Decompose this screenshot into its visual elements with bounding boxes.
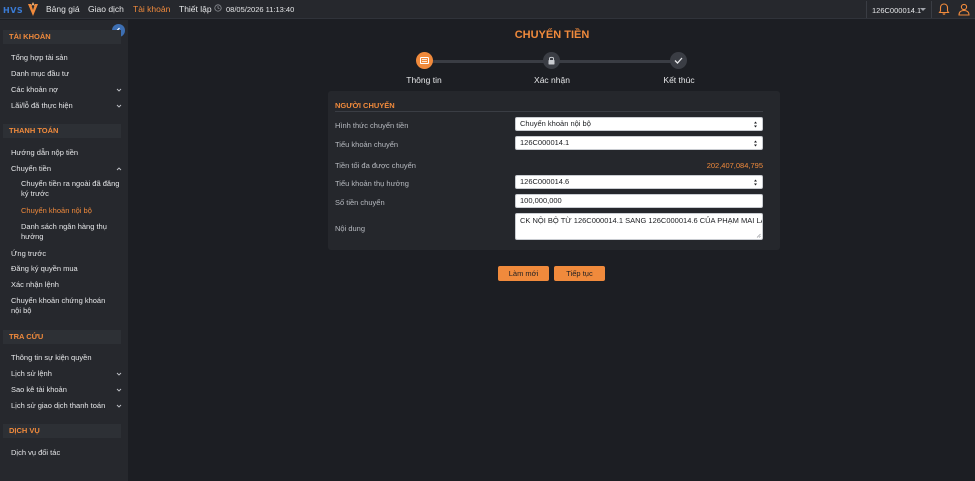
continue-button[interactable]: Tiếp tục [554,266,605,281]
select-arrows-icon [754,121,757,128]
step-thong-tin [416,52,433,69]
label-tieu-khoan-chuyen: Tiểu khoản chuyển [335,140,399,149]
content-value: CK NỘI BỘ TỪ 126C000014.1 SANG 126C00001… [520,216,763,225]
step-label-ket-thuc: Kết thúc [663,75,695,85]
section-divider [335,111,763,112]
sidebar-item-danh-muc-dau-tu[interactable]: Danh mục đầu tư [11,69,125,79]
sidebar-subitem-chuyen-khoan-noi-bo[interactable]: Chuyển khoản nội bộ [21,206,121,216]
label-hinh-thuc: Hình thức chuyển tiền [335,121,409,130]
label-tieu-khoan-thu-huong: Tiểu khoản thụ hưởng [335,179,409,188]
account-selector-value: 126C000014.1 [872,6,922,15]
sidebar-item-chuyen-tien[interactable]: Chuyển tiền [11,164,125,174]
sidebar-item-xac-nhan-lenh[interactable]: Xác nhận lệnh [11,280,125,290]
sidebar-section-tai-khoan: TÀI KHOẢN [3,30,121,44]
sidebar-item-dang-ky-quyen-mua[interactable]: Đăng ký quyền mua [11,264,125,274]
sidebar-section-dich-vu: DỊCH VỤ [3,424,121,438]
transfer-form-panel: NGƯỜI CHUYỂN Hình thức chuyển tiền Chuyể… [328,91,780,250]
sidebar-item-lich-su-lenh[interactable]: Lịch sử lệnh [11,369,125,379]
sidebar-item-label: Các khoản nợ [11,85,59,94]
user-icon[interactable] [957,2,971,16]
content-textarea[interactable]: CK NỘI BỘ TỪ 126C000014.1 SANG 126C00001… [515,213,763,240]
sidebar-item-lai-lo[interactable]: Lãi/lỗ đã thực hiện [11,101,125,111]
resize-handle-icon[interactable] [756,233,761,238]
sidebar-item-huong-dan-nop-tien[interactable]: Hướng dẫn nộp tiền [11,148,125,158]
select-arrows-icon [754,179,757,186]
sidebar-item-sao-ke-tai-khoan[interactable]: Sao kê tài khoản [11,385,125,395]
sidebar-item-thong-tin-su-kien-quyen[interactable]: Thông tin sự kiện quyền [11,353,125,363]
sidebar-section-thanh-toan: THANH TOÁN [3,124,121,138]
transfer-method-select[interactable]: Chuyển khoản nội bộ [515,117,763,131]
sidebar-item-tong-hop-tai-san[interactable]: Tổng hợp tài sản [11,53,125,63]
page-title: CHUYỂN TIỀN [514,29,590,41]
max-transfer-amount: 202,407,084,795 [706,161,763,170]
sidebar-item-cac-khoan-no[interactable]: Các khoản nợ [11,85,125,95]
amount-value: 100,000,000 [520,196,562,205]
chevron-down-icon [116,104,122,108]
sidebar-item-chuyen-khoan-chung-khoan[interactable]: Chuyển khoản chứng khoán nội bộ [11,296,115,316]
step-xac-nhan [543,52,560,69]
chevron-down-icon [116,404,122,408]
chevron-down-icon [116,88,122,92]
sidebar-item-label: Lịch sử giao dịch thanh toán [11,401,106,410]
chevron-down-icon [116,372,122,376]
datetime: 08/05/2026 11:13:40 [226,5,295,14]
sidebar-section-tra-cuu: TRA CỨU [3,330,121,344]
to-account-select[interactable]: 126C000014.6 [515,175,763,189]
sidebar-item-lich-su-giao-dich-thanh-toan[interactable]: Lịch sử giao dịch thanh toán [11,401,125,411]
logo-text: HVS [3,6,24,15]
nav-bang-gia[interactable]: Bảng giá [46,4,80,14]
logo[interactable]: HVS [3,2,39,17]
sidebar-item-label: Lịch sử lệnh [11,369,52,378]
nav-thiet-lap[interactable]: Thiết lập [179,4,212,14]
bell-icon[interactable] [937,2,951,16]
label-so-tien: Số tiền chuyển [335,198,385,207]
sidebar-item-ung-truoc[interactable]: Ứng trước [11,249,125,259]
logo-mark-icon [28,2,38,16]
reset-button[interactable]: Làm mới [498,266,549,281]
section-title-nguoi-chuyen: NGƯỜI CHUYỂN [335,101,395,110]
sidebar-item-label: Lãi/lỗ đã thực hiện [11,101,73,110]
sidebar-subitem-danh-sach-ngan-hang[interactable]: Danh sách ngân hàng thụ hưởng [21,222,121,242]
sidebar-item-label: Sao kê tài khoản [11,385,67,394]
step-ket-thuc [670,52,687,69]
top-bar: HVS Bảng giá Giao dịch Tài khoản Thiết l… [0,0,975,19]
sidebar-item-dich-vu-doi-tac[interactable]: Dịch vụ đối tác [11,448,125,458]
label-tien-toi-da: Tiền tối đa được chuyển [335,161,416,170]
label-noi-dung: Nội dung [335,224,366,233]
sidebar-item-label: Chuyển tiền [11,164,52,173]
nav-giao-dich[interactable]: Giao dịch [88,4,124,14]
step-label-xac-nhan: Xác nhận [534,75,570,85]
chevron-down-icon [920,8,926,11]
sidebar-subitem-chuyen-tien-ra-ngoai[interactable]: Chuyển tiền ra ngoài đã đăng ký trước [21,179,121,199]
sidebar: TÀI KHOẢN Tổng hợp tài sản Danh mục đầu … [0,20,128,481]
lock-icon [548,56,555,65]
step-label-thong-tin: Thông tin [406,75,442,85]
clock-icon [214,4,222,12]
check-icon [674,57,683,64]
account-selector[interactable]: 126C000014.1 [866,1,932,18]
to-account-value: 126C000014.6 [520,177,570,186]
nav-tai-khoan[interactable]: Tài khoản [133,4,170,14]
from-account-value: 126C000014.1 [520,138,570,147]
transfer-method-value: Chuyển khoản nội bộ [520,119,591,128]
chevron-down-icon [116,388,122,392]
chevron-up-icon [116,167,122,171]
select-arrows-icon [754,140,757,147]
from-account-select[interactable]: 126C000014.1 [515,136,763,150]
card-icon [420,57,429,64]
amount-input[interactable]: 100,000,000 [515,194,763,208]
